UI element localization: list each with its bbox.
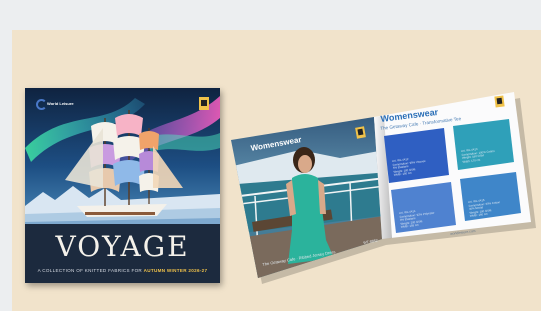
right-page-badge-icon bbox=[494, 95, 505, 108]
swatch-4-label: Art. WL-4415 Composition: 60% Cotton 40%… bbox=[467, 197, 501, 219]
left-page-badge-icon bbox=[355, 126, 366, 139]
brochure-spread[interactable]: Womenswear The Getaway Cafe · Ribbed Jer… bbox=[0, 0, 541, 311]
